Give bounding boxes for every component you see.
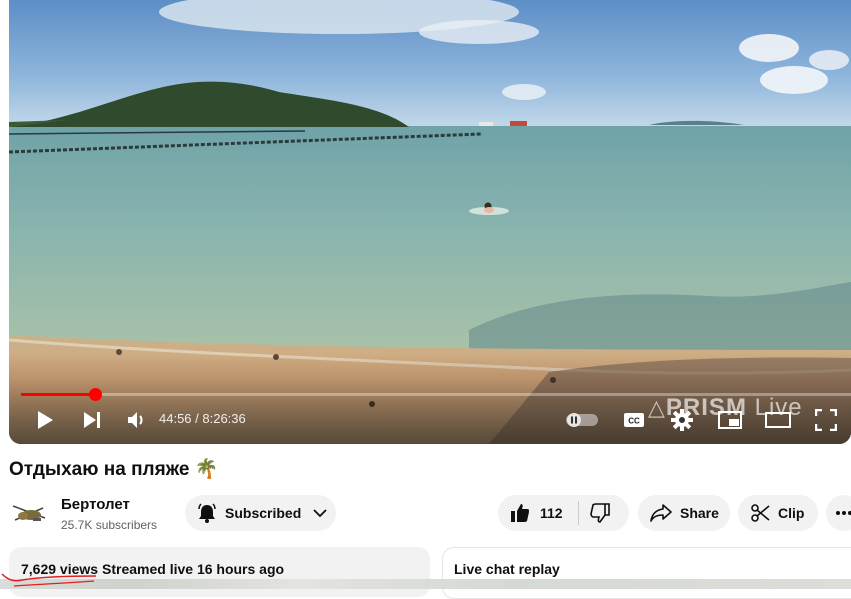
progress-played — [21, 393, 95, 396]
settings-button[interactable] — [670, 408, 694, 432]
miniplayer-icon — [718, 411, 742, 429]
subscriber-count: 25.7K subscribers — [61, 518, 158, 532]
captions-icon: CC — [623, 412, 645, 428]
miniplayer-button[interactable] — [717, 409, 743, 431]
streamed-date: Streamed live 16 hours ago — [102, 561, 285, 577]
theater-mode-button[interactable] — [764, 410, 792, 430]
autoplay-toggle-icon — [565, 412, 599, 428]
channel-avatar[interactable] — [9, 494, 49, 534]
dislike-button[interactable] — [590, 503, 610, 523]
channel-name[interactable]: Бертолет — [61, 496, 130, 513]
more-icon — [835, 510, 851, 516]
clip-button[interactable]: Clip — [738, 495, 818, 531]
volume-icon — [127, 411, 147, 429]
like-divider — [578, 501, 579, 525]
live-chat-replay-label: Live chat replay — [454, 561, 560, 577]
thumbs-up-icon — [510, 503, 530, 523]
share-button[interactable]: Share — [638, 495, 730, 531]
autoplay-toggle[interactable] — [565, 411, 599, 429]
share-label: Share — [680, 505, 719, 521]
like-count: 112 — [540, 505, 563, 521]
video-title: Отдыхаю на пляже 🌴 — [9, 459, 219, 480]
play-button[interactable] — [34, 409, 56, 431]
red-underline-annotation — [1, 573, 97, 587]
thumbs-down-icon — [590, 503, 610, 523]
share-icon — [650, 504, 672, 522]
fullscreen-button[interactable] — [814, 408, 838, 432]
chevron-down-icon — [313, 508, 327, 518]
more-actions-button[interactable] — [826, 495, 851, 531]
volume-button[interactable] — [126, 409, 148, 431]
content-below-fold — [0, 579, 851, 589]
subscribed-label: Subscribed — [225, 505, 302, 521]
time-display: 44:56 / 8:26:36 — [159, 411, 246, 426]
like-button[interactable]: 112 — [498, 495, 563, 531]
bell-icon — [197, 503, 217, 523]
clip-label: Clip — [778, 505, 805, 521]
theater-icon — [765, 412, 791, 428]
svg-text:CC: CC — [628, 417, 640, 426]
next-button[interactable] — [81, 409, 103, 431]
fullscreen-icon — [815, 409, 837, 431]
next-icon — [83, 411, 102, 429]
subscribed-button[interactable]: Subscribed — [185, 495, 336, 531]
video-player[interactable] — [9, 0, 851, 444]
progress-scrubber[interactable] — [88, 388, 102, 401]
watermark-logo-icon: △ — [648, 395, 666, 420]
captions-button[interactable]: CC — [622, 410, 646, 430]
scissors-icon — [750, 503, 770, 523]
like-dislike-group: 112 — [498, 495, 629, 531]
play-icon — [36, 410, 54, 430]
settings-icon — [671, 409, 693, 431]
